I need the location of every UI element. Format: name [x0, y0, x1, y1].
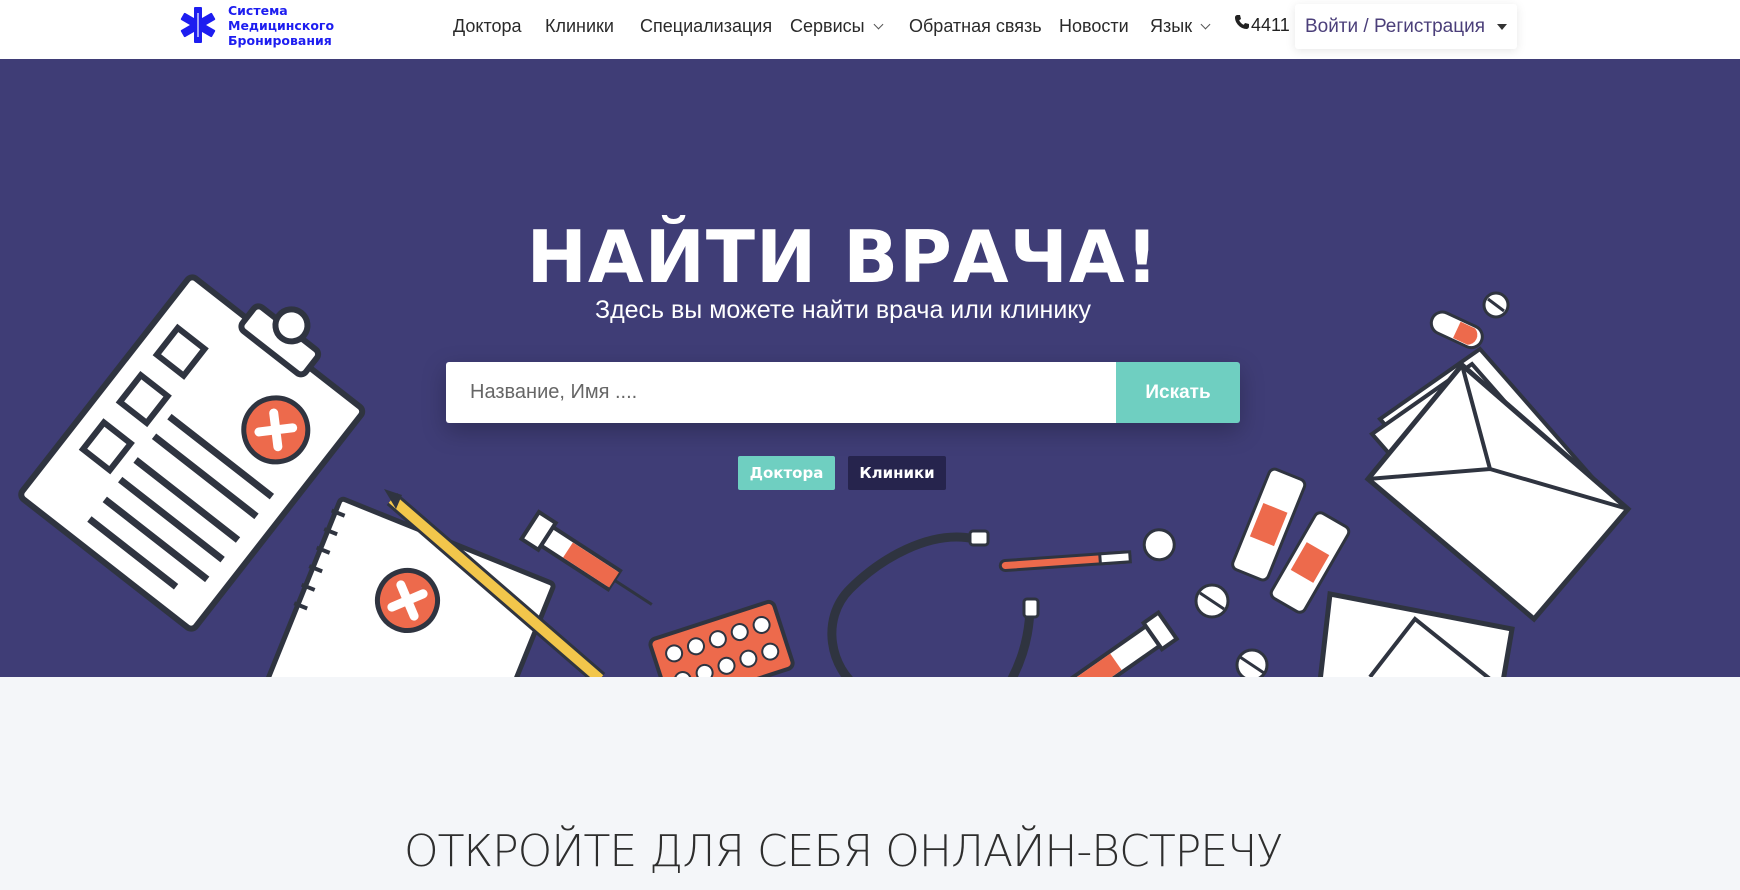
pill-blister-illustration — [648, 599, 795, 677]
search-bar: Искать — [446, 362, 1240, 423]
phone-number: 4411 — [1251, 14, 1290, 35]
nav-news[interactable]: Новости — [1059, 0, 1129, 52]
nav-feedback[interactable]: Обратная связь — [909, 0, 1042, 52]
phone-icon — [1235, 15, 1249, 29]
thermometer-illustration — [998, 528, 1176, 573]
search-input[interactable] — [446, 362, 1116, 423]
notebook-illustration — [257, 496, 556, 677]
top-navbar: Система Медицинского Бронирования Доктор… — [0, 0, 1740, 59]
nav-services-dropdown[interactable]: Сервисы — [790, 0, 884, 52]
nav-clinics-label: Клиники — [545, 15, 614, 36]
phone-link[interactable]: 4411 — [1234, 0, 1290, 50]
nav-language-dropdown[interactable]: Язык — [1150, 0, 1211, 52]
envelope-illustration — [1317, 591, 1515, 677]
tab-clinics[interactable]: Клиники — [848, 456, 946, 490]
star-of-life-icon — [180, 7, 216, 43]
nav-feedback-label: Обратная связь — [909, 15, 1042, 36]
chevron-down-icon — [1200, 19, 1211, 29]
hero-title: НАЙТИ ВРАЧА! — [526, 215, 1160, 299]
nav-clinics[interactable]: Клиники — [545, 0, 614, 52]
login-register-label: Войти / Регистрация — [1304, 15, 1486, 37]
envelope-stack-illustration — [1364, 346, 1632, 623]
chevron-down-icon — [873, 19, 884, 29]
stethoscope-illustration — [827, 532, 1035, 677]
syringe-illustration-2 — [1069, 609, 1180, 677]
caret-down-icon — [1497, 23, 1508, 30]
hero-subtitle: Здесь вы можете найти врача или клинику — [594, 296, 1092, 324]
brand-logo[interactable]: Система Медицинского Бронирования — [178, 0, 334, 50]
nav-specialization-label: Специализация — [640, 15, 773, 36]
search-button[interactable]: Искать — [1116, 362, 1240, 423]
brand-line-1: Система — [228, 2, 288, 18]
nav-services-label: Сервисы — [790, 15, 865, 36]
brand-line-3: Бронирования — [228, 32, 332, 48]
nav-specialization[interactable]: Специализация — [640, 0, 772, 52]
tab-doctors[interactable]: Доктора — [738, 456, 835, 490]
section-title: ОТКРОЙТЕ ДЛЯ СЕБЯ ОНЛАЙН-ВСТРЕЧУ — [403, 826, 1283, 877]
nav-doctors-label: Доктора — [453, 15, 522, 36]
nav-doctors[interactable]: Доктора — [453, 0, 522, 52]
brand-line-2: Медицинского — [228, 17, 335, 33]
section-text-cutoff — [340, 882, 1350, 890]
nav-news-label: Новости — [1059, 15, 1129, 36]
login-register-button[interactable]: Войти / Регистрация — [1295, 4, 1517, 49]
nav-language-label: Язык — [1150, 15, 1193, 36]
hero-banner: НАЙТИ ВРАЧА! Здесь вы можете найти врача… — [0, 59, 1740, 677]
brand-name: Система Медицинского Бронирования — [228, 3, 334, 48]
